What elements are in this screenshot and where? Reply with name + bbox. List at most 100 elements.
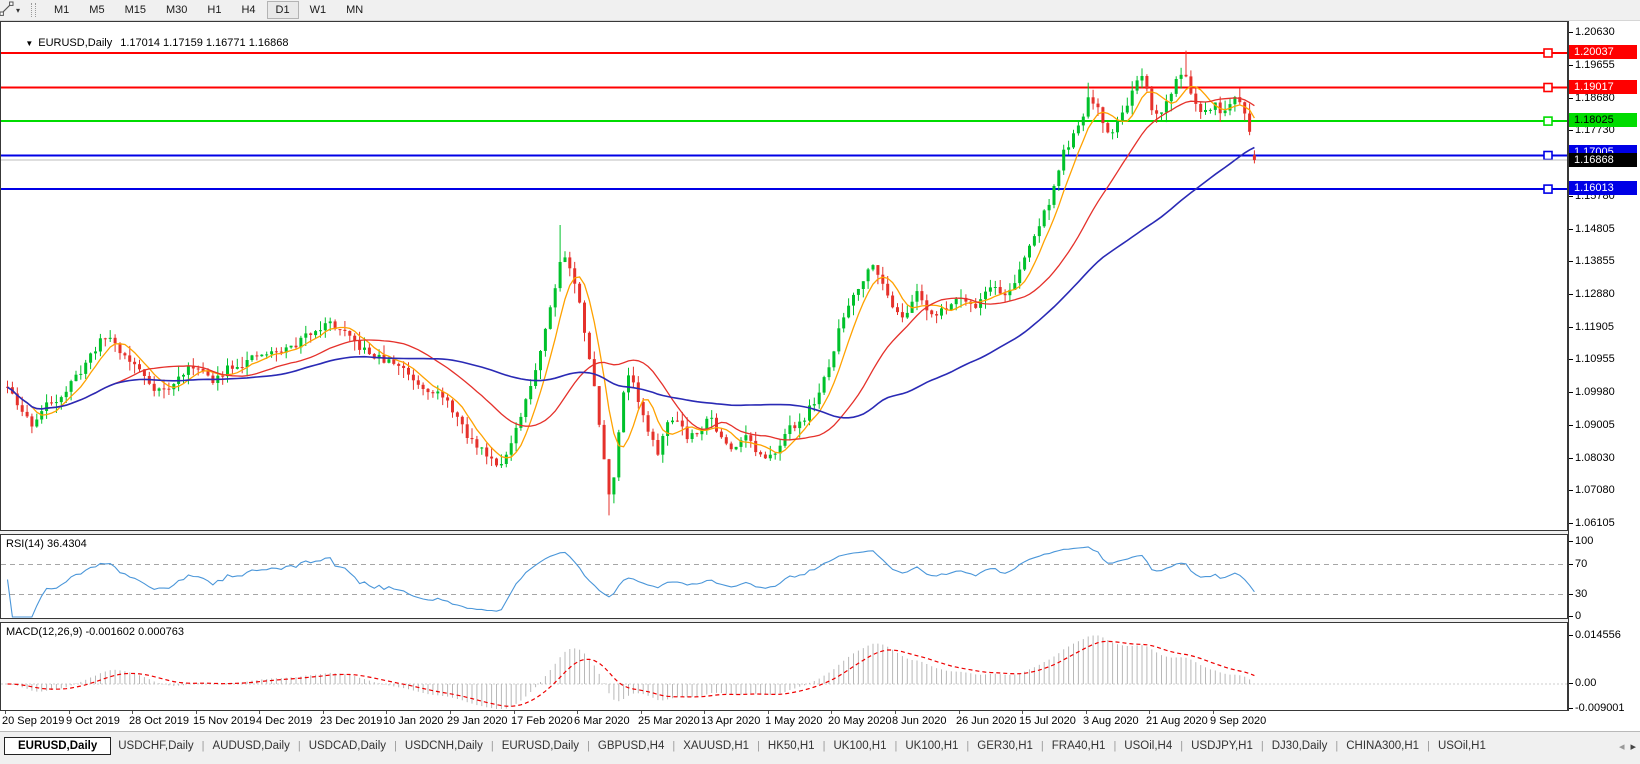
tab-separator: |: [822, 740, 826, 752]
time-axis-tick-mark: [1149, 711, 1150, 714]
chart-symbol-label: EURUSD,Daily: [38, 37, 113, 49]
chart-tab-usdchf-daily[interactable]: USDCHF,Daily: [111, 737, 200, 755]
tab-separator: |: [757, 740, 760, 752]
chart-tab-gbpusd-h4[interactable]: GBPUSD,H4: [591, 737, 671, 755]
trendline-tool-button[interactable]: ▾: [0, 1, 23, 19]
toolbar-grip[interactable]: [31, 3, 37, 17]
chart-tab-usdcnh-daily[interactable]: USDCNH,Daily: [398, 737, 490, 755]
time-axis-label: 15 Jul 2020: [1019, 715, 1076, 727]
tab-separator: |: [201, 740, 205, 752]
tab-scroll-buttons: ◂ ▸: [1619, 740, 1636, 753]
time-axis-label: 3 Aug 2020: [1083, 715, 1139, 727]
time-axis-label: 29 Jan 2020: [447, 715, 508, 727]
chart-tab-uk100-h1[interactable]: UK100,H1: [826, 737, 893, 755]
tab-separator: |: [394, 740, 397, 752]
level-price-label: 1.16013: [1569, 181, 1637, 195]
time-axis-label: 6 Mar 2020: [574, 715, 630, 727]
dropdown-caret-icon: ▾: [16, 5, 21, 15]
timeframe-button-m1[interactable]: M1: [45, 1, 78, 19]
timeframe-button-m5[interactable]: M5: [80, 1, 113, 19]
timeframe-button-d1[interactable]: D1: [266, 1, 299, 19]
chart-tab-fra40-h1[interactable]: FRA40,H1: [1045, 737, 1113, 755]
chart-tab-eurusd-daily[interactable]: EURUSD,Daily: [4, 737, 112, 755]
timeframe-button-h1[interactable]: H1: [198, 1, 230, 19]
timeframe-button-mn[interactable]: MN: [337, 1, 372, 19]
rsi-indicator-panel[interactable]: RSI(14) 36.4304: [0, 534, 1568, 619]
rsi-indicator-label: RSI(14) 36.4304: [6, 538, 87, 550]
tab-separator: |: [1180, 740, 1184, 752]
time-axis-tick-mark: [514, 711, 515, 714]
chart-tab-usdcad-daily[interactable]: USDCAD,Daily: [302, 737, 393, 755]
level-price-label: 1.18025: [1569, 113, 1637, 127]
tab-separator: |: [1427, 740, 1430, 752]
chart-tab-eurusd-daily[interactable]: EURUSD,Daily: [495, 737, 586, 755]
time-axis-tick-mark: [132, 711, 133, 714]
current-price-label: 1.16868: [1569, 153, 1637, 167]
tabs-scroll-right-icon[interactable]: ▸: [1630, 740, 1636, 753]
time-axis-tick-mark: [831, 711, 832, 714]
timeframe-button-h4[interactable]: H4: [232, 1, 264, 19]
chart-tab-usdjpy-h1[interactable]: USDJPY,H1: [1184, 737, 1260, 755]
time-axis-label: 17 Feb 2020: [511, 715, 573, 727]
chart-tab-usoil-h1[interactable]: USOil,H1: [1431, 737, 1493, 755]
chart-tab-usoil-h4[interactable]: USOil,H4: [1117, 737, 1179, 755]
timeframe-button-m30[interactable]: M30: [157, 1, 196, 19]
time-axis-tick-mark: [959, 711, 960, 714]
time-axis-tick-mark: [196, 711, 197, 714]
time-axis-tick-mark: [641, 711, 642, 714]
timeframe-button-m15[interactable]: M15: [116, 1, 155, 19]
level-price-label: 1.19017: [1569, 80, 1637, 94]
time-axis-tick-mark: [1213, 711, 1214, 714]
time-axis-tick-mark: [1022, 711, 1023, 714]
time-axis-tick-mark: [323, 711, 324, 714]
time-axis-label: 1 May 2020: [765, 715, 823, 727]
time-axis-tick-mark: [577, 711, 578, 714]
time-axis-label: 9 Oct 2019: [66, 715, 120, 727]
macd-indicator-label: MACD(12,26,9) -0.001602 0.000763: [6, 626, 184, 638]
tab-separator: |: [490, 740, 494, 752]
chart-ohlc-values: 1.17014 1.17159 1.16771 1.16868: [120, 37, 289, 49]
tab-separator: |: [1335, 740, 1339, 752]
time-axis-tick-mark: [5, 711, 6, 714]
chart-tab-hk50-h1[interactable]: HK50,H1: [761, 737, 822, 755]
macd-indicator-panel[interactable]: MACD(12,26,9) -0.001602 0.000763: [0, 622, 1568, 711]
time-axis-tick-mark: [386, 711, 387, 714]
time-axis-label: 21 Aug 2020: [1146, 715, 1208, 727]
time-axis-label: 26 Jun 2020: [956, 715, 1017, 727]
time-axis-tick-mark: [895, 711, 896, 714]
chart-tab-uk100-h1[interactable]: UK100,H1: [898, 737, 965, 755]
chart-tabs: EURUSD,Daily USDCHF,Daily | AUDUSD,Daily | US…: [4, 737, 1600, 755]
time-axis-label: 9 Sep 2020: [1210, 715, 1267, 727]
chart-tab-audusd-daily[interactable]: AUDUSD,Daily: [206, 737, 297, 755]
chart-tab-dj30-daily[interactable]: DJ30,Daily: [1265, 737, 1335, 755]
price-chart-panel[interactable]: ▼ EURUSD,Daily 1.17014 1.17159 1.16771 1.1…: [0, 21, 1568, 531]
time-axis: 20 Sep 2019 9 Oct 2019 28 Oct 2019 15 Nov 2…: [0, 711, 1640, 731]
time-axis-label: 23 Dec 2019: [320, 715, 383, 727]
tab-separator: |: [894, 740, 898, 752]
tab-separator: |: [1113, 740, 1117, 752]
chart-tab-china300-h1[interactable]: CHINA300,H1: [1339, 737, 1426, 755]
chart-tab-xauusd-h1[interactable]: XAUUSD,H1: [676, 737, 756, 755]
collapse-arrow-icon: ▼: [25, 39, 34, 48]
tab-separator: |: [672, 740, 676, 752]
time-axis-tick-mark: [768, 711, 769, 714]
tab-separator: |: [297, 740, 301, 752]
time-axis-label: 28 Oct 2019: [129, 715, 189, 727]
rsi-chart-canvas[interactable]: [1, 535, 1567, 618]
candlestick-chart-canvas[interactable]: [1, 22, 1567, 530]
tab-separator: |: [966, 740, 970, 752]
chart-tab-ger30-h1[interactable]: GER30,H1: [970, 737, 1040, 755]
chart-title: ▼ EURUSD,Daily 1.17014 1.17159 1.16771 1.1…: [7, 25, 288, 61]
tab-separator: |: [1040, 740, 1044, 752]
tabs-scroll-left-icon[interactable]: ◂: [1619, 740, 1625, 753]
timeframe-button-w1[interactable]: W1: [301, 1, 336, 19]
time-axis-tick-mark: [704, 711, 705, 714]
time-axis-tick-mark: [1086, 711, 1087, 714]
time-axis-label: 13 Apr 2020: [701, 715, 761, 727]
macd-chart-canvas[interactable]: [1, 623, 1567, 710]
time-axis-label: 20 May 2020: [828, 715, 892, 727]
trendline-tool-icon: [0, 1, 14, 19]
time-axis-label: 20 Sep 2019: [2, 715, 65, 727]
price-axis: 1.206301.196551.186801.177301.167551.157…: [1569, 21, 1640, 731]
level-price-label: 1.20037: [1569, 45, 1637, 59]
